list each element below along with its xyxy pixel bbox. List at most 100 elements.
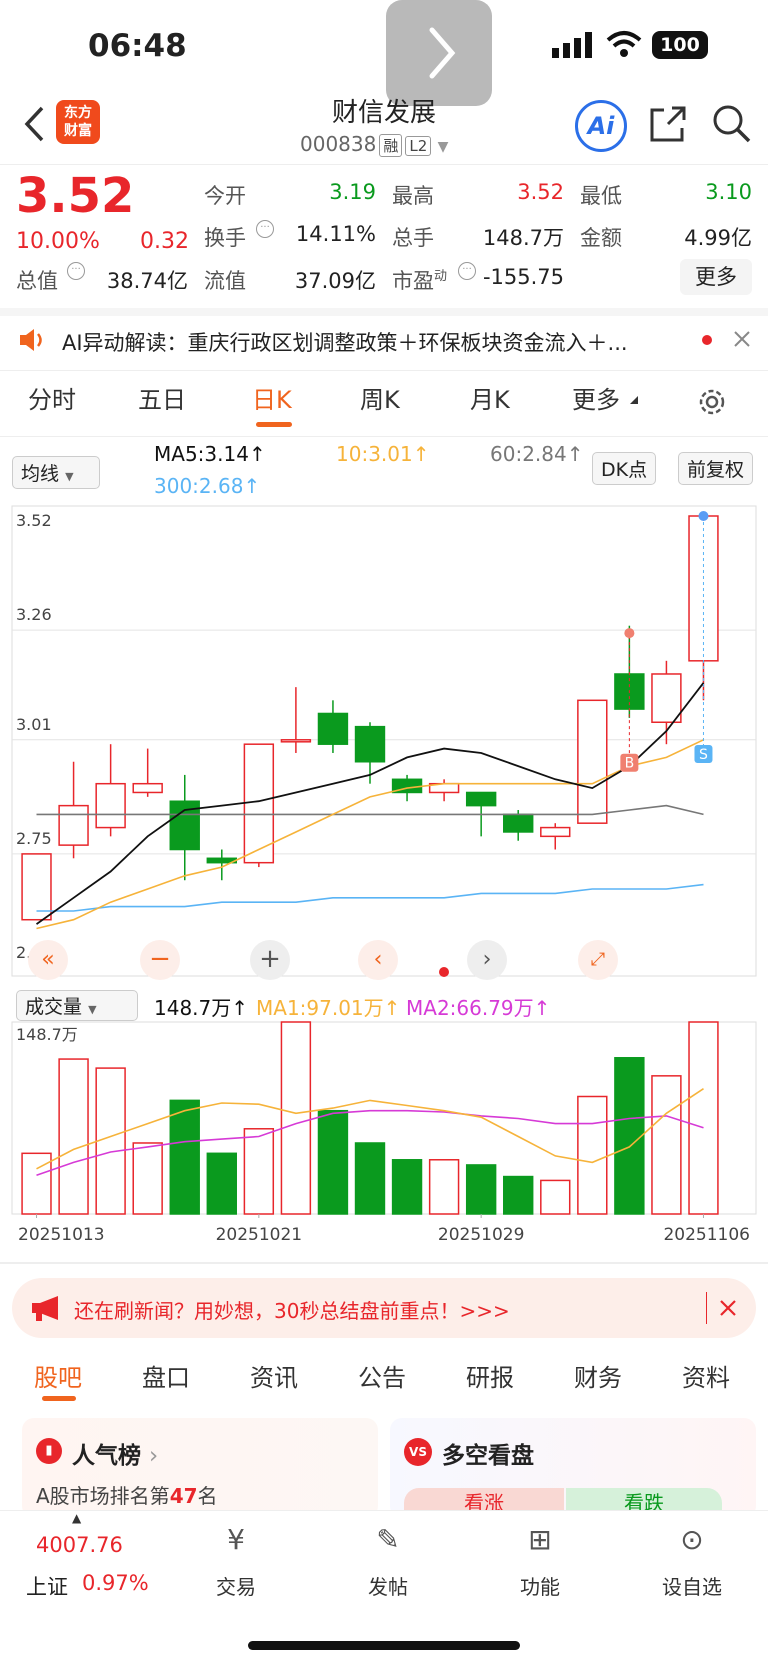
sell-dot [698, 511, 709, 521]
zoom-out-icon[interactable]: − [140, 940, 180, 980]
volume-bar-down [391, 1159, 423, 1215]
tab-news[interactable]: 资讯 [250, 1358, 298, 1393]
tab-profile[interactable]: 资料 [682, 1358, 730, 1393]
pe-superscript: 动 [434, 269, 448, 284]
close-icon[interactable] [718, 1298, 738, 1318]
pe-label-text: 市盈 [392, 269, 434, 293]
chart-bars-icon: ▮ [36, 1438, 62, 1464]
nav-trade[interactable]: 交易 [186, 1571, 286, 1600]
y-tick-label: 3.01 [16, 715, 52, 734]
news-promo-bar[interactable]: 还在刷新闻？用妙想，30秒总结盘前重点！>>> [12, 1278, 756, 1338]
ai-insight-bar[interactable]: AI异动解读：重庆行政区划调整政策＋环保板块资金流入＋... [0, 315, 768, 365]
info-icon[interactable]: ··· [67, 262, 85, 280]
volume-bar-up [243, 1128, 275, 1215]
scroll-start-icon[interactable]: « [28, 940, 68, 980]
tab-five-day[interactable]: 五日 [138, 380, 186, 415]
tab-forum[interactable]: 股吧 [34, 1358, 82, 1393]
current-marker-dot [439, 967, 449, 977]
index-name[interactable]: 上证 [26, 1571, 68, 1601]
tab-announcements[interactable]: 公告 [358, 1358, 406, 1393]
grid-apps-icon[interactable]: ⊞ [490, 1523, 590, 1556]
ma-select-label: 均线 [21, 463, 60, 485]
index-percent[interactable]: 0.97% [82, 1571, 149, 1595]
buy-marker-label: B [625, 756, 635, 772]
candle-up [132, 748, 163, 797]
post-edit-icon[interactable]: ✎ [338, 1523, 438, 1556]
vma1-value: MA1:97.01万↑ [256, 996, 401, 1020]
candle-body [317, 712, 349, 745]
volume-bar-up [280, 1021, 312, 1215]
rank-text: A股市场排名第47名 [36, 1480, 218, 1509]
prev-icon[interactable]: ‹ [358, 940, 398, 980]
pe-info-icon[interactable]: ··· [458, 262, 476, 280]
ma10-value: 10:3.01↑ [336, 442, 430, 466]
chevron-right-icon [429, 27, 456, 79]
home-indicator [248, 1641, 520, 1650]
stock-code-row[interactable]: 000838 融 L2 ▼ [300, 132, 448, 157]
adjust-button[interactable]: 前复权 [678, 452, 754, 485]
change-percent: 10.00% [16, 229, 100, 254]
tab-daily-k[interactable]: 日K [252, 380, 292, 415]
nav-functions[interactable]: 功能 [490, 1571, 590, 1600]
volume-chart[interactable]: 148.7万 20251013 20251021 20251029 20251106 [0, 1018, 768, 1266]
amount-label: 金额 [580, 226, 622, 250]
volume-bar-down [614, 1057, 645, 1215]
battery-indicator: 100 [652, 31, 708, 59]
bull-bear-card[interactable]: VS 多空看盘 看涨 看跌 [390, 1418, 756, 1518]
add-watchlist-icon[interactable]: ⊙ [642, 1523, 742, 1556]
nav-add-watchlist[interactable]: 设自选 [642, 1571, 742, 1600]
candlestick-chart[interactable]: 3.523.263.012.752.49BS [0, 504, 768, 984]
zoom-in-icon[interactable]: + [250, 940, 290, 980]
dk-point-button[interactable]: DK点 [592, 452, 657, 485]
tab-order-book[interactable]: 盘口 [142, 1358, 190, 1393]
float-cap-label: 流值 [204, 269, 246, 293]
open-label: 今开 [204, 184, 246, 208]
signal-icon [552, 32, 592, 58]
volume-now: 148.7万↑ [154, 996, 249, 1020]
nav-post[interactable]: 发帖 [338, 1571, 438, 1600]
volume-max-label: 148.7万 [16, 1025, 78, 1044]
next-icon[interactable]: › [467, 940, 507, 980]
candle-body [58, 804, 89, 846]
forward-button[interactable] [386, 0, 492, 106]
x-tick-label: 20251106 [663, 1225, 750, 1245]
more-quote-button[interactable]: 更多 [680, 259, 752, 295]
margin-tag: 融 [379, 134, 403, 157]
open-value: 3.19 [329, 180, 376, 204]
turnover-info-icon[interactable]: ··· [256, 220, 274, 238]
volume-bar-up [577, 1095, 608, 1215]
candle-body [577, 699, 608, 824]
tab-monthly-k[interactable]: 月K [470, 380, 510, 415]
stock-code: 000838 [300, 132, 377, 156]
share-icon[interactable] [648, 104, 688, 144]
volume-value: 148.7万 [482, 226, 564, 250]
volume-bar-up [688, 1021, 719, 1215]
tab-research[interactable]: 研报 [466, 1358, 514, 1393]
fullscreen-icon[interactable]: ⤢ [578, 940, 618, 980]
ma-select[interactable]: 均线 ▼ [12, 456, 100, 489]
search-icon[interactable] [710, 102, 752, 144]
volume-bar-down [206, 1152, 237, 1215]
ai-button[interactable]: Ai [575, 100, 627, 152]
tab-financials[interactable]: 财务 [574, 1358, 622, 1393]
trade-icon[interactable]: ¥ [186, 1523, 286, 1556]
y-tick-label: 2.75 [16, 829, 52, 848]
vma1-text: MA1:97.01万 [256, 996, 384, 1020]
index-value[interactable]: 4007.76 [36, 1533, 123, 1557]
ma-caret-icon: ▼ [65, 470, 74, 483]
ma5-value: MA5:3.14↑ [154, 442, 266, 466]
close-icon[interactable] [732, 329, 752, 349]
candle-up [95, 744, 126, 837]
market-cap-label: 总值 [16, 269, 58, 293]
sell-marker-label: S [699, 747, 708, 763]
ma300-line [36, 883, 704, 912]
settings-gear-icon[interactable] [696, 386, 728, 418]
popularity-card[interactable]: ▮ 人气榜 › A股市场排名第47名 [22, 1418, 378, 1518]
volume-now-text: 148.7万 [154, 996, 232, 1020]
tab-more[interactable]: 更多 [572, 380, 620, 415]
rank-prefix: A股市场排名第 [36, 1484, 170, 1508]
volume-select[interactable]: 成交量 ▼ [16, 990, 138, 1021]
tab-intraday[interactable]: 分时 [28, 380, 76, 415]
tab-weekly-k[interactable]: 周K [360, 380, 400, 415]
ma5-text: MA5:3.14 [154, 442, 249, 466]
